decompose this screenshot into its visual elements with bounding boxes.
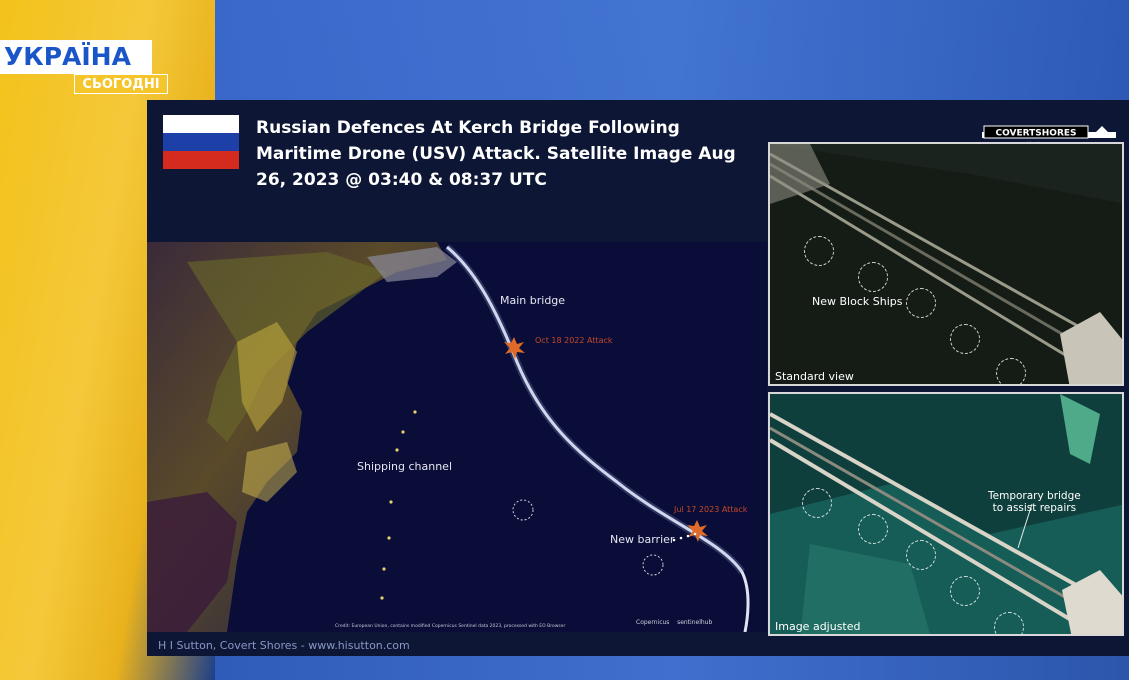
block-ship-marker <box>996 358 1026 384</box>
sentinelhub-logo: sentinelhub <box>677 619 713 626</box>
block-ship-marker <box>950 576 980 606</box>
inset-image-adjusted: Temporary bridge to assist repairs Image… <box>768 392 1124 636</box>
copernicus-logo: Copernicus <box>636 619 670 626</box>
label-main-bridge: Main bridge <box>500 294 566 307</box>
label-shipping-channel: Shipping channel <box>357 460 453 473</box>
background-bottom-band <box>215 655 1129 680</box>
footer-credit: H I Sutton, Covert Shores - www.hisutton… <box>158 639 410 652</box>
block-ship-marker <box>804 236 834 266</box>
annotation-temporary-bridge-line1: Temporary bridge <box>988 490 1081 502</box>
channel-logo-top: УКРАЇНА <box>0 40 152 74</box>
block-ship-marker <box>994 612 1024 634</box>
partner-logos: Copernicus sentinelhub <box>636 619 712 626</box>
slide-title-line2: Maritime Drone (USV) Attack. Satellite I… <box>256 144 736 164</box>
slide-title-line3: 26, 2023 @ 03:40 & 08:37 UTC <box>256 170 547 190</box>
publisher-logo-text: COVERTSHORES <box>995 129 1076 139</box>
block-ship-marker <box>906 288 936 318</box>
label-oct-attack: Oct 18 2022 Attack <box>535 336 613 345</box>
label-jul-attack: Jul 17 2023 Attack <box>674 505 748 514</box>
annotation-new-block-ships: New Block Ships <box>812 295 903 308</box>
block-ship-marker <box>906 540 936 570</box>
block-ship-marker <box>950 324 980 354</box>
label-new-barrier: New barrier <box>610 533 675 546</box>
channel-logo: УКРАЇНА СЬОГОДНІ <box>0 40 168 98</box>
annotation-temporary-bridge-line2: to assist repairs <box>992 502 1077 514</box>
block-ship-marker <box>858 262 888 292</box>
slide-title: Russian Defences At Kerch Bridge Followi… <box>256 115 756 193</box>
satellite-map-main: Main bridge Oct 18 2022 Attack Shipping … <box>147 242 767 632</box>
background-top-band <box>215 0 1129 100</box>
inset-standard-view: New Block Ships Standard view <box>768 142 1124 386</box>
block-ship-marker <box>858 514 888 544</box>
russia-flag-icon <box>163 115 239 169</box>
annotation-temporary-bridge: Temporary bridge to assist repairs <box>988 490 1081 514</box>
inset-bottom-label: Image adjusted <box>775 620 861 633</box>
image-credit: Credit: European Union, contains modifie… <box>335 624 566 629</box>
channel-logo-bottom: СЬОГОДНІ <box>74 74 168 94</box>
block-ship-marker <box>802 488 832 518</box>
inset-top-label: Standard view <box>775 370 854 383</box>
slide-title-line1: Russian Defences At Kerch Bridge Followi… <box>256 118 680 138</box>
